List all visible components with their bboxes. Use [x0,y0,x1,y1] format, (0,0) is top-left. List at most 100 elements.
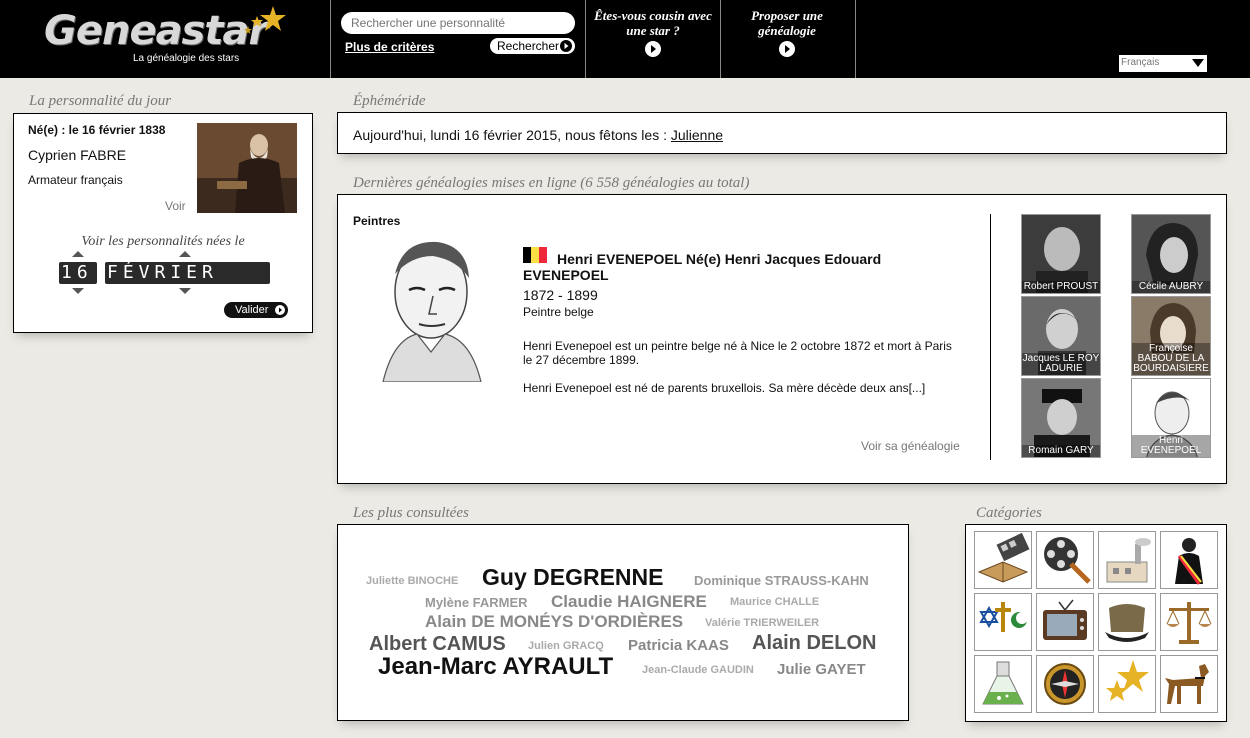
language-select[interactable]: Français [1119,55,1207,72]
category-science[interactable] [974,655,1032,713]
genealogy-thumbnail[interactable]: Jacques LE ROY LADURIE [1021,296,1101,376]
film-book-icon [977,532,1030,583]
factory-icon [1106,538,1151,583]
tag-cloud-item[interactable]: Dominique STRAUSS-KAHN [694,573,869,588]
tag-cloud-item[interactable]: Valérie TRIERWEILER [705,617,819,629]
see-born-label: Voir les personnalités nées le [81,234,245,249]
most-viewed-box: Juliette BINOCHE Guy DEGRENNE Dominique … [337,524,909,721]
stars-icon [1106,660,1149,701]
search-button-label: Rechercher [497,39,560,53]
ephemeride-box: Aujourd'hui, lundi 16 février 2015, nous… [337,112,1227,154]
chevron-down-icon [1192,59,1204,67]
featured-bio-paragraph: Henri Evenepoel est né de parents bruxel… [523,381,926,395]
television-icon [1043,599,1087,640]
genealogy-thumbnail[interactable]: Henri EVENEPOEL [1131,378,1211,458]
featured-portrait[interactable] [353,234,508,383]
ephemeride-title: Éphéméride [353,93,426,109]
born-date: Né(e) : le 16 février 1838 [28,123,166,137]
personality-of-day-title: La personnalité du jour [29,93,172,109]
personality-portrait[interactable] [197,123,297,213]
search-input[interactable] [341,12,575,34]
tag-cloud-item[interactable]: Jean-Marc AYRAULT [378,653,613,681]
validate-button[interactable]: Valider [224,302,288,318]
month-down-arrow-icon[interactable] [179,288,191,294]
ephemeride-sentence: Aujourd'hui, lundi 16 février 2015, nous… [353,127,667,143]
genealogy-thumbnail[interactable]: Cécile AUBRY [1131,214,1211,294]
language-value: Français [1121,57,1160,68]
personality-of-day-box: Né(e) : le 16 février 1838 Cyprien FABRE… [13,113,313,333]
tag-cloud-item[interactable]: Juliette BINOCHE [366,575,458,587]
category-television[interactable] [1036,593,1094,651]
category-politics[interactable] [1160,531,1218,589]
category-justice[interactable] [1160,593,1218,651]
month-selector[interactable]: FÉVRIER [105,262,270,284]
see-genealogy-link[interactable]: Voir sa généalogie [861,439,960,453]
featured-bio-paragraph: Henri Evenepoel est un peintre belge né … [523,339,952,367]
latest-genealogies-box: Peintres Henri EVENEPOEL Né(e) Henri Jac… [337,194,1227,484]
category-cinema[interactable] [1036,531,1094,589]
header: Geneastar La généalogie des stars Plus d… [0,0,1250,78]
most-viewed-title: Les plus consultées [353,505,469,521]
category-exploration[interactable] [1036,655,1094,713]
category-religion[interactable] [974,593,1032,651]
tag-cloud-item[interactable]: Claudie HAIGNERE [551,592,707,612]
tag-cloud-item[interactable]: Julien GRACQ [528,640,604,652]
ephemeride-text: Aujourd'hui, lundi 16 février 2015, nous… [353,127,723,143]
featured-person-name[interactable]: Henri EVENEPOEL Né(e) Henri Jacques Edou… [523,251,903,283]
saint-of-day-link[interactable]: Julienne [671,127,723,143]
day-up-arrow-icon[interactable] [72,251,84,257]
tag-cloud-item[interactable]: Maurice CHALLE [730,596,819,608]
logo-stars-icon [244,6,286,34]
arrow-right-icon [560,40,572,52]
tag-cloud-item[interactable]: Mylène FARMER [425,595,528,610]
menu-cousin-line2: une star ? [626,23,680,38]
featured-person-years: 1872 - 1899 [523,287,598,303]
menu-cousin-star[interactable]: Êtes-vous cousin avec une star ? [588,8,718,57]
arrow-right-icon [275,305,285,315]
header-divider [855,0,856,78]
logo-tagline: La généalogie des stars [133,53,240,64]
tag-cloud-item[interactable]: Jean-Claude GAUDIN [642,664,754,676]
more-criteria-link[interactable]: Plus de critères [345,40,434,54]
tag-cloud-item[interactable]: Alain DE MONÉYS D'ORDIÈRES [425,612,683,632]
category-military[interactable] [1098,593,1156,651]
arrow-right-icon [779,41,795,57]
thumbnail-label: Jacques LE ROY LADURIE [1022,353,1100,375]
genealogy-thumbnail[interactable]: Robert PROUST [1021,214,1101,294]
dog-icon [1165,664,1209,704]
header-divider [330,0,331,78]
month-up-arrow-icon[interactable] [179,251,191,257]
thumbnail-label: Françoise BABOU DE LA BOURDAISIERE [1132,343,1210,375]
header-divider [585,0,586,78]
menu-propose-line2: généalogie [758,23,816,38]
category-cinema-literature[interactable] [974,531,1032,589]
category-industry[interactable] [1098,531,1156,589]
categories-box [965,524,1227,722]
portrait-painting-icon [197,123,297,213]
tag-cloud-item[interactable]: Guy DEGRENNE [482,564,663,591]
see-personality-link[interactable]: Voir [165,199,186,213]
menu-propose-genealogy[interactable]: Proposer une généalogie [722,8,852,57]
tag-cloud-item[interactable]: Alain DELON [752,632,876,655]
genealogy-thumbnail[interactable]: Romain GARY [1021,378,1101,458]
search-button[interactable]: Rechercher [490,38,575,54]
day-selector[interactable]: 16 [59,262,97,284]
compass-icon [1044,663,1086,705]
tag-cloud-item[interactable]: Julie GAYET [777,661,866,678]
tag-cloud-item[interactable]: Patricia KAAS [628,637,729,654]
menu-cousin-line1: Êtes-vous cousin avec [594,8,712,23]
category-animals[interactable] [1160,655,1218,713]
day-down-arrow-icon[interactable] [72,288,84,294]
categories-title: Catégories [976,505,1042,521]
header-divider [720,0,721,78]
science-flask-icon [982,661,1024,705]
politician-icon [1175,538,1203,585]
genealogy-thumbnail[interactable]: Françoise BABOU DE LA BOURDAISIERE [1131,296,1211,376]
latest-genealogies-title: Dernières généalogies mises en ligne (6 … [353,175,750,191]
personality-name[interactable]: Cyprien FABRE [28,147,126,163]
personality-description: Armateur français [28,173,123,187]
film-reel-icon [1044,537,1091,584]
genealogy-divider [990,214,991,460]
logo[interactable]: Geneastar La généalogie des stars [0,0,330,78]
category-stars[interactable] [1098,655,1156,713]
